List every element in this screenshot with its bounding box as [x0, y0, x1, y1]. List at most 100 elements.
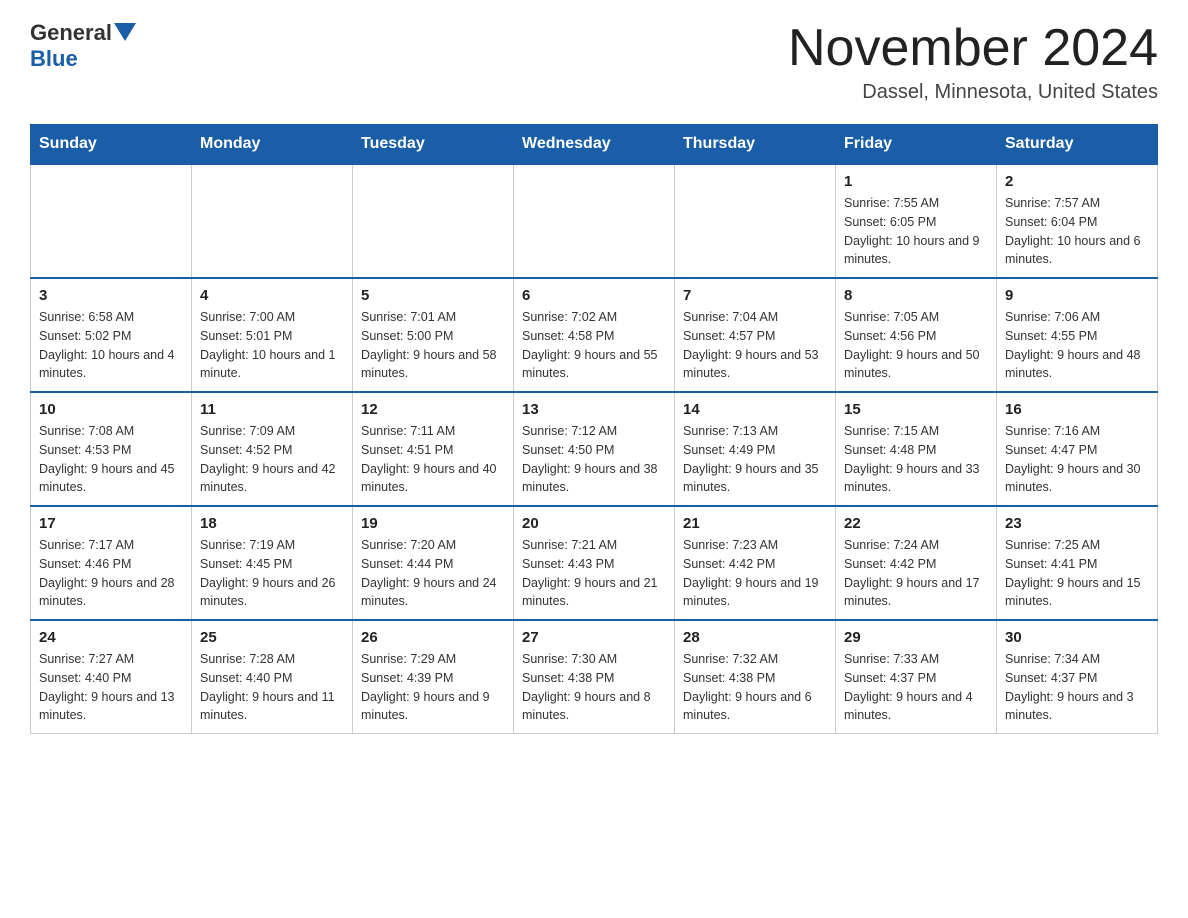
- day-number: 24: [39, 629, 183, 646]
- calendar-cell: 1 Sunrise: 7:55 AM Sunset: 6:05 PM Daylig…: [836, 164, 997, 278]
- day-number: 17: [39, 515, 183, 532]
- day-info: Sunrise: 7:29 AM Sunset: 4:39 PM Dayligh…: [361, 650, 505, 725]
- day-number: 23: [1005, 515, 1149, 532]
- calendar-cell: 29 Sunrise: 7:33 AM Sunset: 4:37 PM Dayli…: [836, 620, 997, 734]
- day-info: Sunrise: 7:05 AM Sunset: 4:56 PM Dayligh…: [844, 308, 988, 383]
- day-info: Sunrise: 7:02 AM Sunset: 4:58 PM Dayligh…: [522, 308, 666, 383]
- logo: General Blue: [30, 20, 136, 72]
- day-number: 2: [1005, 173, 1149, 190]
- calendar-cell: 13 Sunrise: 7:12 AM Sunset: 4:50 PM Dayli…: [514, 392, 675, 506]
- day-number: 12: [361, 401, 505, 418]
- calendar-cell: 5Sunrise: 7:01 AM Sunset: 5:00 PM Daylig…: [353, 278, 514, 392]
- logo-triangle-icon: [114, 23, 136, 41]
- day-info: Sunrise: 7:27 AM Sunset: 4:40 PM Dayligh…: [39, 650, 183, 725]
- calendar-cell: 14 Sunrise: 7:13 AM Sunset: 4:49 PM Dayli…: [675, 392, 836, 506]
- calendar-cell: [31, 164, 192, 278]
- calendar-cell: 24 Sunrise: 7:27 AM Sunset: 4:40 PM Dayli…: [31, 620, 192, 734]
- calendar-week-row: 24 Sunrise: 7:27 AM Sunset: 4:40 PM Dayli…: [31, 620, 1158, 734]
- day-info: Sunrise: 7:09 AM Sunset: 4:52 PM Dayligh…: [200, 422, 344, 497]
- day-number: 27: [522, 629, 666, 646]
- day-info: Sunrise: 7:19 AM Sunset: 4:45 PM Dayligh…: [200, 536, 344, 611]
- day-info: Sunrise: 7:21 AM Sunset: 4:43 PM Dayligh…: [522, 536, 666, 611]
- calendar-header-tuesday: Tuesday: [353, 125, 514, 165]
- day-info: Sunrise: 7:25 AM Sunset: 4:41 PM Dayligh…: [1005, 536, 1149, 611]
- day-number: 30: [1005, 629, 1149, 646]
- calendar-cell: [675, 164, 836, 278]
- calendar-cell: 26 Sunrise: 7:29 AM Sunset: 4:39 PM Dayli…: [353, 620, 514, 734]
- day-info: Sunrise: 7:17 AM Sunset: 4:46 PM Dayligh…: [39, 536, 183, 611]
- logo-general-text: General: [30, 20, 112, 46]
- day-number: 11: [200, 401, 344, 418]
- day-number: 28: [683, 629, 827, 646]
- day-info: Sunrise: 7:57 AM Sunset: 6:04 PM Dayligh…: [1005, 194, 1149, 269]
- day-info: Sunrise: 7:30 AM Sunset: 4:38 PM Dayligh…: [522, 650, 666, 725]
- day-info: Sunrise: 7:08 AM Sunset: 4:53 PM Dayligh…: [39, 422, 183, 497]
- day-info: Sunrise: 7:04 AM Sunset: 4:57 PM Dayligh…: [683, 308, 827, 383]
- day-info: Sunrise: 7:55 AM Sunset: 6:05 PM Dayligh…: [844, 194, 988, 269]
- calendar-header-wednesday: Wednesday: [514, 125, 675, 165]
- calendar-cell: 15 Sunrise: 7:15 AM Sunset: 4:48 PM Dayli…: [836, 392, 997, 506]
- logo-blue-text: Blue: [30, 46, 78, 72]
- month-title: November 2024: [788, 20, 1158, 77]
- calendar-cell: 19 Sunrise: 7:20 AM Sunset: 4:44 PM Dayli…: [353, 506, 514, 620]
- day-info: Sunrise: 7:06 AM Sunset: 4:55 PM Dayligh…: [1005, 308, 1149, 383]
- calendar-cell: [514, 164, 675, 278]
- calendar-cell: 28 Sunrise: 7:32 AM Sunset: 4:38 PM Dayli…: [675, 620, 836, 734]
- calendar-cell: 6 Sunrise: 7:02 AM Sunset: 4:58 PM Daylig…: [514, 278, 675, 392]
- calendar-header-row: SundayMondayTuesdayWednesdayThursdayFrid…: [31, 125, 1158, 165]
- day-info: Sunrise: 7:32 AM Sunset: 4:38 PM Dayligh…: [683, 650, 827, 725]
- calendar-header-thursday: Thursday: [675, 125, 836, 165]
- calendar-cell: 11 Sunrise: 7:09 AM Sunset: 4:52 PM Dayli…: [192, 392, 353, 506]
- day-number: 9: [1005, 287, 1149, 304]
- day-info: Sunrise: 7:34 AM Sunset: 4:37 PM Dayligh…: [1005, 650, 1149, 725]
- day-number: 15: [844, 401, 988, 418]
- calendar-cell: 10 Sunrise: 7:08 AM Sunset: 4:53 PM Dayli…: [31, 392, 192, 506]
- day-number: 21: [683, 515, 827, 532]
- calendar-cell: 16Sunrise: 7:16 AM Sunset: 4:47 PM Dayli…: [997, 392, 1158, 506]
- day-number: 19: [361, 515, 505, 532]
- day-number: 7: [683, 287, 827, 304]
- day-info: Sunrise: 6:58 AM Sunset: 5:02 PM Dayligh…: [39, 308, 183, 383]
- location-text: Dassel, Minnesota, United States: [788, 81, 1158, 104]
- day-number: 16: [1005, 401, 1149, 418]
- day-number: 13: [522, 401, 666, 418]
- calendar-week-row: 3 Sunrise: 6:58 AM Sunset: 5:02 PM Daylig…: [31, 278, 1158, 392]
- day-number: 26: [361, 629, 505, 646]
- day-info: Sunrise: 7:20 AM Sunset: 4:44 PM Dayligh…: [361, 536, 505, 611]
- calendar-cell: 20 Sunrise: 7:21 AM Sunset: 4:43 PM Dayli…: [514, 506, 675, 620]
- day-number: 14: [683, 401, 827, 418]
- day-number: 1: [844, 173, 988, 190]
- day-info: Sunrise: 7:12 AM Sunset: 4:50 PM Dayligh…: [522, 422, 666, 497]
- day-number: 5: [361, 287, 505, 304]
- page-header: General Blue November 2024 Dassel, Minne…: [30, 20, 1158, 104]
- calendar-cell: 21Sunrise: 7:23 AM Sunset: 4:42 PM Dayli…: [675, 506, 836, 620]
- day-number: 4: [200, 287, 344, 304]
- calendar-cell: [192, 164, 353, 278]
- calendar-table: SundayMondayTuesdayWednesdayThursdayFrid…: [30, 124, 1158, 734]
- day-info: Sunrise: 7:11 AM Sunset: 4:51 PM Dayligh…: [361, 422, 505, 497]
- calendar-header-friday: Friday: [836, 125, 997, 165]
- day-info: Sunrise: 7:15 AM Sunset: 4:48 PM Dayligh…: [844, 422, 988, 497]
- day-number: 6: [522, 287, 666, 304]
- calendar-cell: 22Sunrise: 7:24 AM Sunset: 4:42 PM Dayli…: [836, 506, 997, 620]
- calendar-header-sunday: Sunday: [31, 125, 192, 165]
- calendar-header-monday: Monday: [192, 125, 353, 165]
- day-info: Sunrise: 7:00 AM Sunset: 5:01 PM Dayligh…: [200, 308, 344, 383]
- calendar-week-row: 1 Sunrise: 7:55 AM Sunset: 6:05 PM Daylig…: [31, 164, 1158, 278]
- day-number: 29: [844, 629, 988, 646]
- calendar-cell: 8Sunrise: 7:05 AM Sunset: 4:56 PM Daylig…: [836, 278, 997, 392]
- day-number: 10: [39, 401, 183, 418]
- calendar-cell: 25Sunrise: 7:28 AM Sunset: 4:40 PM Dayli…: [192, 620, 353, 734]
- calendar-cell: 7 Sunrise: 7:04 AM Sunset: 4:57 PM Daylig…: [675, 278, 836, 392]
- day-info: Sunrise: 7:33 AM Sunset: 4:37 PM Dayligh…: [844, 650, 988, 725]
- calendar-cell: [353, 164, 514, 278]
- calendar-cell: 3 Sunrise: 6:58 AM Sunset: 5:02 PM Daylig…: [31, 278, 192, 392]
- calendar-cell: 23 Sunrise: 7:25 AM Sunset: 4:41 PM Dayli…: [997, 506, 1158, 620]
- day-number: 22: [844, 515, 988, 532]
- calendar-cell: 4 Sunrise: 7:00 AM Sunset: 5:01 PM Daylig…: [192, 278, 353, 392]
- day-number: 3: [39, 287, 183, 304]
- day-number: 20: [522, 515, 666, 532]
- day-info: Sunrise: 7:13 AM Sunset: 4:49 PM Dayligh…: [683, 422, 827, 497]
- calendar-week-row: 10 Sunrise: 7:08 AM Sunset: 4:53 PM Dayli…: [31, 392, 1158, 506]
- day-number: 18: [200, 515, 344, 532]
